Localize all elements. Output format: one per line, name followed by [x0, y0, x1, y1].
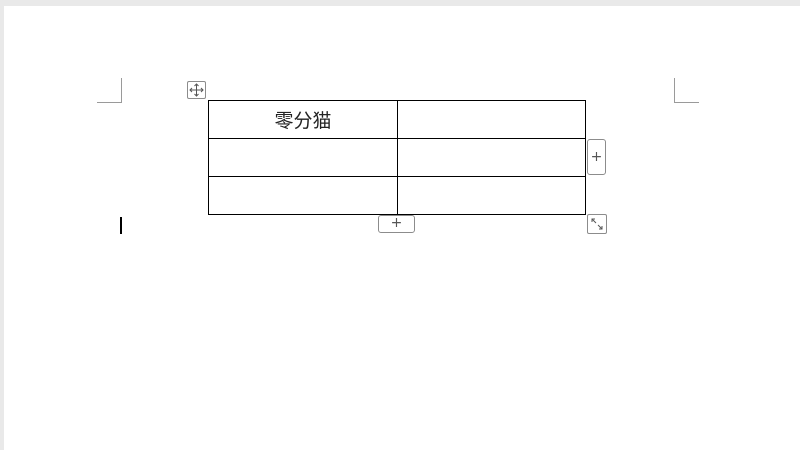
table-row — [208, 138, 586, 177]
table-row: 零分猫 — [208, 100, 586, 139]
table-cell[interactable]: 零分猫 — [208, 100, 398, 139]
table-cell[interactable] — [397, 176, 586, 215]
table-cell[interactable] — [208, 138, 398, 177]
table-cell[interactable] — [208, 176, 398, 215]
diagonal-resize-icon — [591, 218, 603, 230]
table-move-handle[interactable] — [187, 81, 206, 99]
document-table: 零分猫 — [208, 100, 586, 215]
move-arrows-icon — [189, 83, 204, 97]
table-row — [208, 176, 586, 215]
add-row-button[interactable]: + — [378, 215, 415, 233]
table-cell[interactable] — [397, 100, 586, 139]
table-cell[interactable] — [397, 138, 586, 177]
add-column-button[interactable]: + — [587, 139, 606, 175]
left-margin-mark — [97, 78, 122, 103]
document-page[interactable]: 零分猫 + + — [4, 6, 800, 450]
right-margin-mark — [674, 78, 699, 103]
table-resize-handle[interactable] — [587, 214, 607, 234]
text-cursor — [120, 217, 122, 234]
